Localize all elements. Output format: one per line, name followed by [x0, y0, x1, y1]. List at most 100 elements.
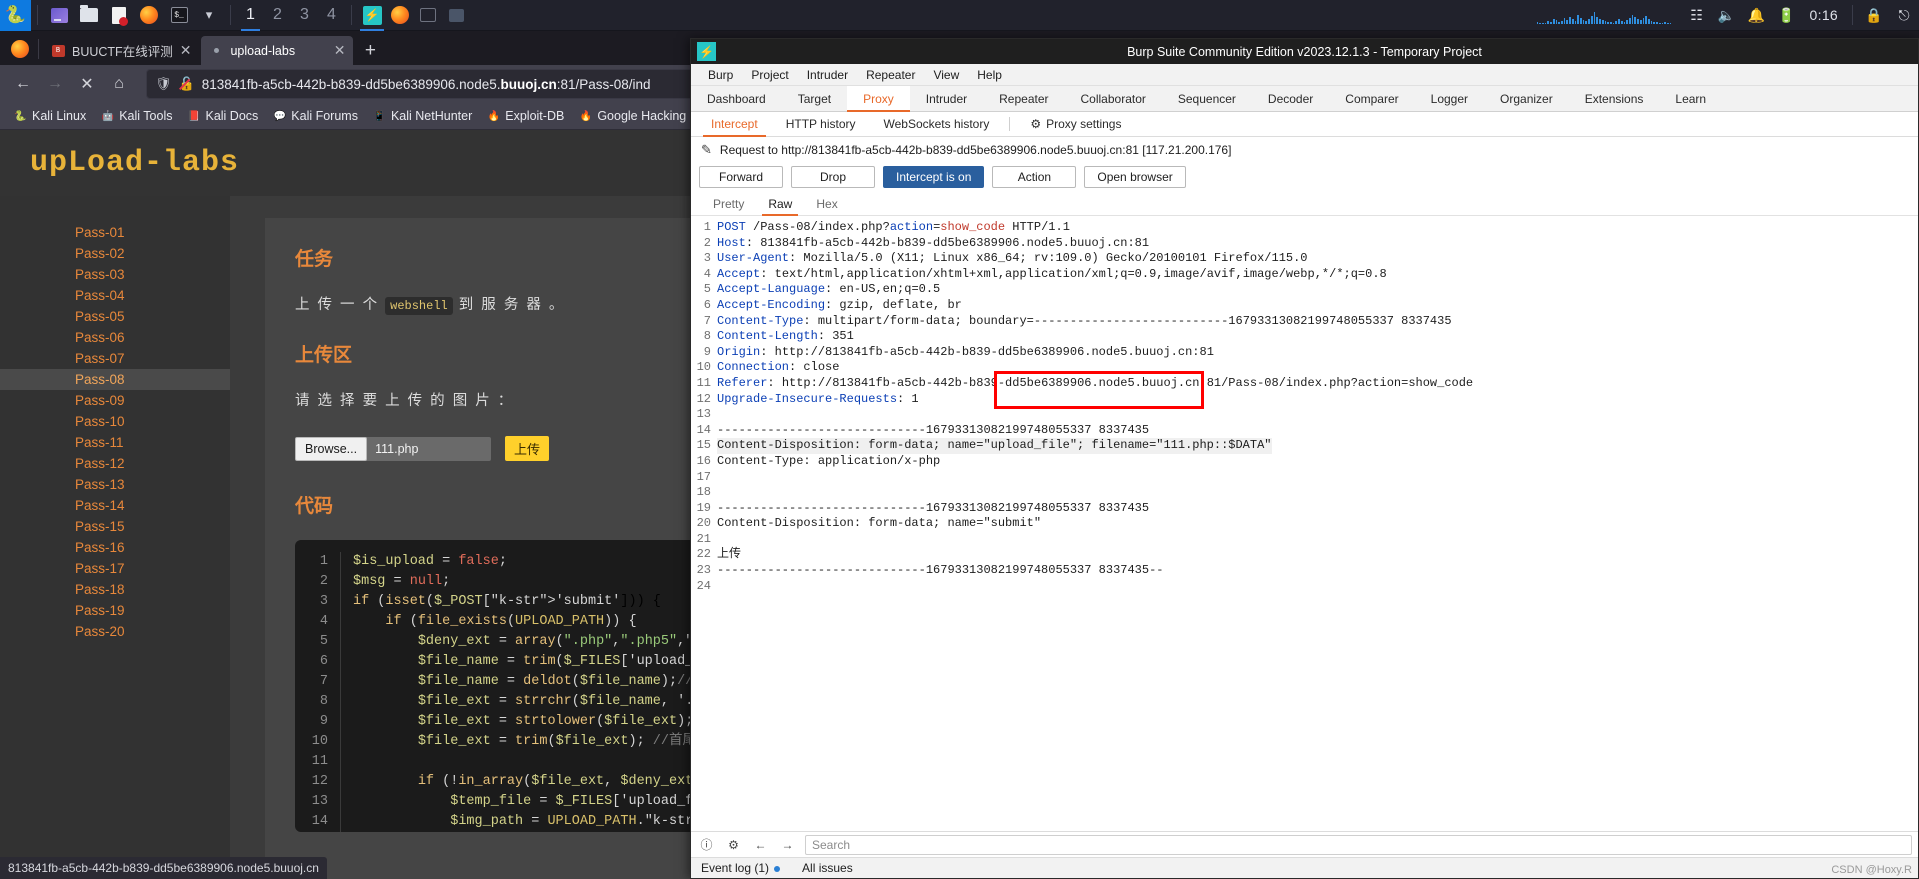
menu-burp[interactable]: Burp: [699, 66, 742, 84]
workspace-3[interactable]: 3: [291, 0, 318, 31]
files-app-icon[interactable]: [46, 2, 72, 28]
subtab-intercept[interactable]: Intercept: [697, 112, 772, 137]
sidebar-item-pass-08[interactable]: Pass-08: [0, 369, 230, 390]
sidebar-item-pass-17[interactable]: Pass-17: [0, 558, 230, 579]
task-window[interactable]: [442, 0, 470, 31]
home-button[interactable]: ⌂: [104, 69, 134, 99]
network-icon[interactable]: ☷: [1685, 3, 1709, 27]
gear-icon[interactable]: ⚙: [724, 835, 743, 854]
menu-project[interactable]: Project: [742, 66, 797, 84]
workspace-1[interactable]: 1: [237, 0, 264, 31]
tab-comparer[interactable]: Comparer: [1329, 86, 1414, 111]
sidebar-item-pass-02[interactable]: Pass-02: [0, 243, 230, 264]
bell-icon[interactable]: 🔔: [1745, 3, 1769, 27]
sidebar-item-pass-12[interactable]: Pass-12: [0, 453, 230, 474]
close-icon[interactable]: ✕: [334, 42, 346, 59]
folder-icon[interactable]: [76, 2, 102, 28]
action-button[interactable]: Action: [992, 166, 1077, 188]
format-tab-pretty[interactable]: Pretty: [701, 193, 756, 216]
arrow-right-icon[interactable]: →: [778, 835, 797, 854]
sidebar-item-pass-15[interactable]: Pass-15: [0, 516, 230, 537]
tab-dashboard[interactable]: Dashboard: [691, 86, 782, 111]
shield-icon[interactable]: 🛡: [155, 76, 172, 92]
format-tab-raw[interactable]: Raw: [756, 193, 804, 216]
sidebar-item-pass-20[interactable]: Pass-20: [0, 621, 230, 642]
bookmark-kali-nethunter[interactable]: 📱 Kali NetHunter: [367, 107, 478, 125]
sidebar-item-pass-04[interactable]: Pass-04: [0, 285, 230, 306]
menu-intruder[interactable]: Intruder: [798, 66, 857, 84]
browser-tab-buuctf[interactable]: B BUUCTF在线评测 ✕: [43, 36, 199, 65]
menu-view[interactable]: View: [924, 66, 968, 84]
sidebar-item-pass-11[interactable]: Pass-11: [0, 432, 230, 453]
sidebar-item-pass-14[interactable]: Pass-14: [0, 495, 230, 516]
forward-button[interactable]: →: [40, 69, 70, 99]
bookmark-kali-linux[interactable]: 🐍 Kali Linux: [8, 107, 92, 125]
chevron-down-icon[interactable]: ▾: [196, 2, 222, 28]
sidebar-item-pass-19[interactable]: Pass-19: [0, 600, 230, 621]
browse-button[interactable]: Browse...: [295, 436, 368, 461]
power-icon[interactable]: ⎋: [1892, 3, 1916, 27]
bookmark-kali-docs[interactable]: 📕 Kali Docs: [181, 107, 264, 125]
tab-sequencer[interactable]: Sequencer: [1162, 86, 1252, 111]
task-firefox[interactable]: [386, 0, 414, 31]
question-icon[interactable]: ⓘ: [697, 835, 716, 854]
intercept-toggle-button[interactable]: Intercept is on: [883, 166, 985, 188]
menu-repeater[interactable]: Repeater: [857, 66, 924, 84]
browser-tab-upload-labs[interactable]: upload-labs ✕: [201, 36, 354, 65]
subtab-websockets-history[interactable]: WebSockets history: [870, 112, 1004, 137]
stop-button[interactable]: ✕: [72, 69, 102, 99]
drop-button[interactable]: Drop: [791, 166, 875, 188]
bookmark-kali-tools[interactable]: 🤖 Kali Tools: [95, 107, 178, 125]
raw-request-editor[interactable]: 1 POST /Pass-08/index.php?action=show_cod…: [691, 216, 1918, 831]
open-browser-button[interactable]: Open browser: [1084, 166, 1186, 188]
tab-repeater[interactable]: Repeater: [983, 86, 1064, 111]
bookmark-exploit-db[interactable]: 🔥 Exploit-DB: [481, 107, 570, 125]
sidebar-item-pass-13[interactable]: Pass-13: [0, 474, 230, 495]
close-icon[interactable]: ✕: [180, 42, 192, 59]
sidebar-item-pass-03[interactable]: Pass-03: [0, 264, 230, 285]
battery-icon[interactable]: 🔋: [1775, 3, 1799, 27]
search-input[interactable]: Search: [805, 834, 1912, 855]
tab-organizer[interactable]: Organizer: [1484, 86, 1569, 111]
event-log-status[interactable]: Event log (1): [701, 861, 781, 875]
tab-collaborator[interactable]: Collaborator: [1065, 86, 1162, 111]
menu-help[interactable]: Help: [968, 66, 1011, 84]
file-input[interactable]: Browse... 111.php: [295, 436, 491, 461]
tab-proxy[interactable]: Proxy: [847, 86, 910, 112]
terminal-icon[interactable]: $_: [166, 2, 192, 28]
task-burp-suite[interactable]: ⚡: [358, 0, 386, 31]
tab-intruder[interactable]: Intruder: [910, 86, 983, 111]
sidebar-item-pass-07[interactable]: Pass-07: [0, 348, 230, 369]
volume-icon[interactable]: 🔈: [1715, 3, 1739, 27]
sidebar-item-pass-06[interactable]: Pass-06: [0, 327, 230, 348]
forward-button[interactable]: Forward: [699, 166, 783, 188]
lock-icon[interactable]: 🔒: [1862, 3, 1886, 27]
sidebar-item-pass-10[interactable]: Pass-10: [0, 411, 230, 432]
kali-dragon-icon[interactable]: 🐍: [0, 0, 31, 31]
new-tab-button[interactable]: +: [355, 36, 385, 65]
sidebar-item-pass-05[interactable]: Pass-05: [0, 306, 230, 327]
back-button[interactable]: ←: [8, 69, 38, 99]
firefox-icon[interactable]: [136, 2, 162, 28]
sidebar-item-pass-16[interactable]: Pass-16: [0, 537, 230, 558]
tab-learn[interactable]: Learn: [1659, 86, 1722, 111]
tab-decoder[interactable]: Decoder: [1252, 86, 1329, 111]
tab-logger[interactable]: Logger: [1415, 86, 1484, 111]
tab-target[interactable]: Target: [782, 86, 847, 111]
sidebar-item-pass-01[interactable]: Pass-01: [0, 222, 230, 243]
format-tab-hex[interactable]: Hex: [804, 193, 849, 216]
workspace-4[interactable]: 4: [318, 0, 345, 31]
lock-broken-icon[interactable]: 🔓: [179, 76, 195, 92]
proxy-settings-button[interactable]: ⚙ Proxy settings: [1016, 112, 1135, 137]
all-issues-status[interactable]: All issues: [802, 861, 853, 875]
workspace-2[interactable]: 2: [264, 0, 291, 31]
sidebar-item-pass-18[interactable]: Pass-18: [0, 579, 230, 600]
arrow-left-icon[interactable]: ←: [751, 835, 770, 854]
subtab-http-history[interactable]: HTTP history: [772, 112, 870, 137]
text-editor-icon[interactable]: [106, 2, 132, 28]
tab-extensions[interactable]: Extensions: [1569, 86, 1660, 111]
sidebar-item-pass-09[interactable]: Pass-09: [0, 390, 230, 411]
task-terminal[interactable]: [414, 0, 442, 31]
upload-submit-button[interactable]: 上传: [505, 436, 550, 461]
bookmark-kali-forums[interactable]: 💬 Kali Forums: [267, 107, 364, 125]
